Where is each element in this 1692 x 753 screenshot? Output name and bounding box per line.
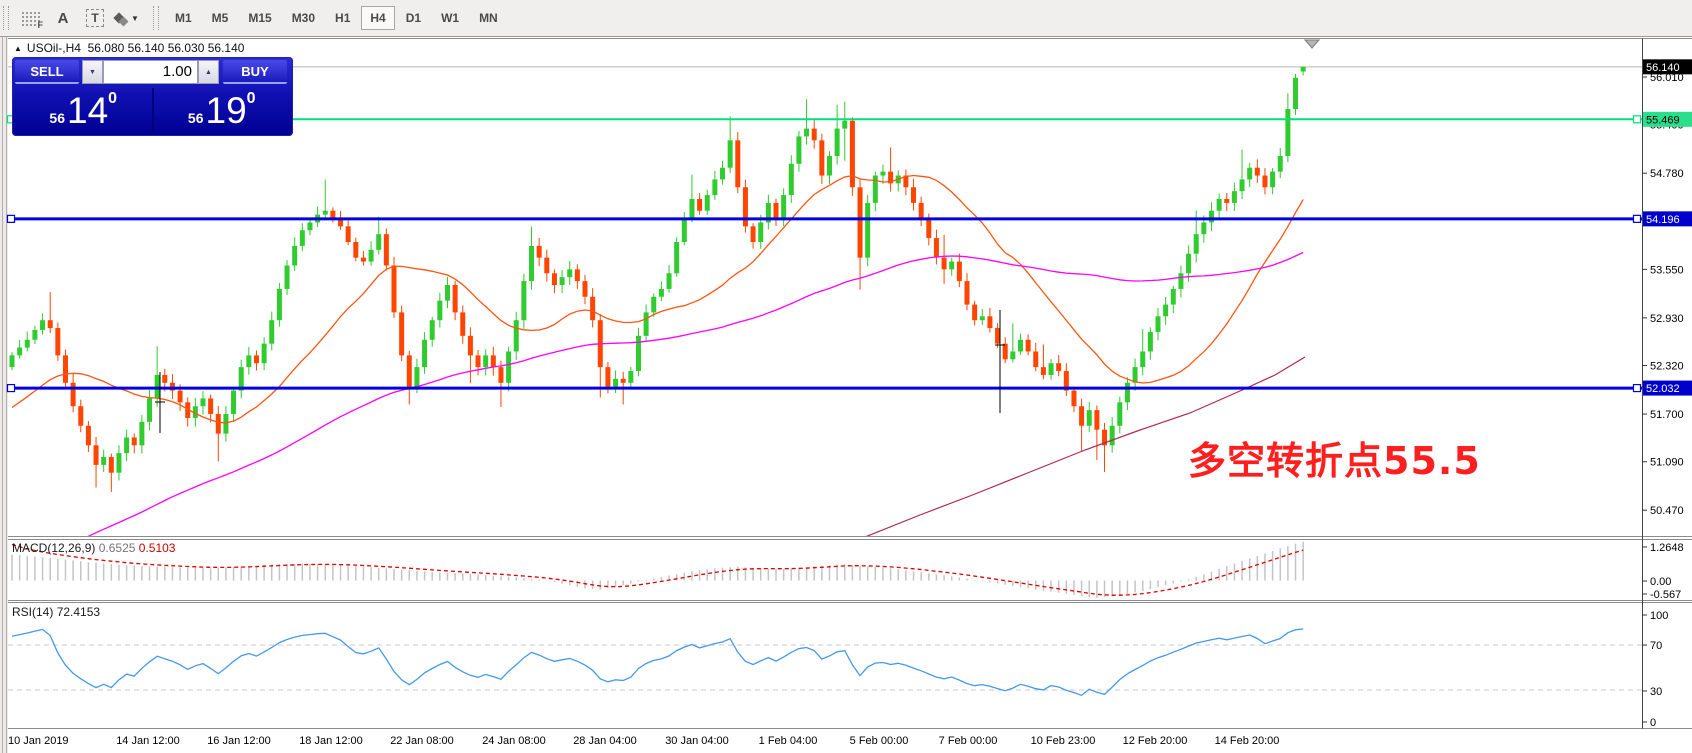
- buy-price[interactable]: 56 19 0: [154, 88, 291, 133]
- horizontal-line-objects: [8, 116, 1643, 392]
- svg-text:0.00: 0.00: [1650, 576, 1671, 588]
- svg-text:12 Feb 20:00: 12 Feb 20:00: [1123, 735, 1188, 747]
- volume-increase-button[interactable]: ▲: [198, 60, 219, 84]
- buy-button[interactable]: BUY: [223, 60, 287, 84]
- svg-text:14 Jan 12:00: 14 Jan 12:00: [116, 735, 180, 747]
- macd-signal-value: 0.5103: [139, 541, 176, 555]
- volume-decrease-button[interactable]: ▼: [82, 60, 103, 84]
- svg-text:-0.567: -0.567: [1650, 589, 1681, 601]
- svg-text:54.196: 54.196: [1646, 214, 1680, 226]
- svg-text:28 Jan 04:00: 28 Jan 04:00: [573, 735, 637, 747]
- sell-price[interactable]: 56 14 0: [15, 88, 152, 133]
- price-axis[interactable]: 56.01055.40054.78053.55052.93052.32051.7…: [1642, 59, 1692, 729]
- macd-signal-line: [12, 545, 1303, 596]
- line-handle[interactable]: [1634, 116, 1641, 123]
- line-handle[interactable]: [1634, 215, 1641, 222]
- svg-text:52.320: 52.320: [1650, 361, 1684, 373]
- svg-text:10 Jan 2019: 10 Jan 2019: [8, 735, 69, 747]
- line-handle[interactable]: [8, 385, 15, 392]
- svg-text:52.032: 52.032: [1646, 383, 1680, 395]
- macd-value: 0.6525: [99, 541, 136, 555]
- svg-text:56.140: 56.140: [1646, 62, 1680, 74]
- terminal-window: F A T ▼ M1M5M15M30H1H4D1W1MN ▲USOil-,H4 …: [0, 0, 1692, 753]
- macd-header: MACD(12,26,9) 0.6525 0.5103: [12, 541, 175, 555]
- svg-text:14 Feb 20:00: 14 Feb 20:00: [1215, 735, 1280, 747]
- svg-text:10 Feb 23:00: 10 Feb 23:00: [1031, 735, 1096, 747]
- macd-panel: [12, 542, 1303, 598]
- rsi-header: RSI(14) 72.4153: [12, 605, 100, 619]
- svg-text:30: 30: [1650, 686, 1662, 698]
- line-handle[interactable]: [1634, 385, 1641, 392]
- svg-text:16 Jan 12:00: 16 Jan 12:00: [207, 735, 271, 747]
- svg-text:100: 100: [1650, 610, 1668, 622]
- svg-text:22 Jan 08:00: 22 Jan 08:00: [390, 735, 454, 747]
- svg-text:53.550: 53.550: [1650, 264, 1684, 276]
- svg-text:30 Jan 04:00: 30 Jan 04:00: [665, 735, 729, 747]
- svg-text:51.700: 51.700: [1650, 409, 1684, 421]
- svg-text:5 Feb 00:00: 5 Feb 00:00: [850, 735, 909, 747]
- time-axis[interactable]: 10 Jan 2019 14 Jan 12:00 16 Jan 12:00 18 Ja…: [8, 735, 1279, 747]
- sell-button[interactable]: SELL: [15, 60, 79, 84]
- svg-text:55.469: 55.469: [1646, 114, 1680, 126]
- svg-text:1.2648: 1.2648: [1650, 542, 1684, 554]
- svg-text:1 Feb 04:00: 1 Feb 04:00: [759, 735, 818, 747]
- line-handle[interactable]: [8, 215, 15, 222]
- rsi-value: 72.4153: [57, 605, 100, 619]
- svg-text:7 Feb 00:00: 7 Feb 00:00: [939, 735, 998, 747]
- svg-text:50.470: 50.470: [1650, 505, 1684, 517]
- svg-text:24 Jan 08:00: 24 Jan 08:00: [482, 735, 546, 747]
- svg-text:52.930: 52.930: [1650, 313, 1684, 325]
- chart-annotation-text[interactable]: 多空转折点55.5: [1188, 430, 1481, 485]
- rsi-line: [12, 629, 1303, 695]
- one-click-trading-panel: SELL ▼ 1.00 ▲ BUY 56 14 0 56 19 0: [12, 57, 293, 136]
- last-bar-marker-icon[interactable]: [1305, 40, 1319, 48]
- svg-text:0: 0: [1650, 717, 1656, 729]
- svg-text:54.780: 54.780: [1650, 168, 1684, 180]
- svg-text:51.090: 51.090: [1650, 457, 1684, 469]
- svg-text:18 Jan 12:00: 18 Jan 12:00: [299, 735, 363, 747]
- volume-input[interactable]: 1.00: [103, 60, 198, 84]
- svg-text:70: 70: [1650, 640, 1662, 652]
- ma-fast-line: [12, 176, 1303, 423]
